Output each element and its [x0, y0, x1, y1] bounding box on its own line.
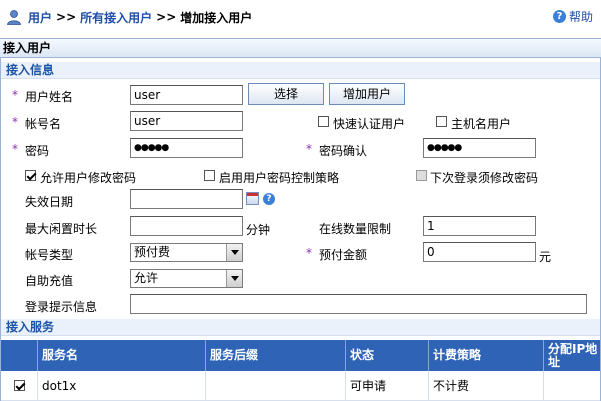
- column-status: 状态: [345, 340, 428, 371]
- username-input[interactable]: user: [130, 85, 243, 105]
- minutes-unit: 分钟: [246, 223, 271, 237]
- account-label: 帐号名: [25, 117, 62, 131]
- password-input[interactable]: ●●●●●: [130, 138, 243, 158]
- allow-change-password-label: 允许用户修改密码: [40, 171, 137, 185]
- help-icon: ?: [552, 10, 566, 23]
- required-star: *: [12, 88, 18, 102]
- account-input[interactable]: user: [130, 111, 243, 131]
- column-billing-policy: 计费策略: [428, 340, 543, 371]
- section-access-service: 接入服务: [1, 319, 600, 336]
- yuan-unit: 元: [539, 250, 552, 264]
- breadcrumb-current: 增加接入用户: [180, 10, 253, 25]
- host-name-label: 主机名用户: [451, 117, 512, 131]
- chevron-down-icon: [226, 244, 242, 261]
- prepaid-amount-input[interactable]: 0: [423, 242, 536, 262]
- expire-date-label: 失效日期: [25, 195, 74, 209]
- service-status-cell: 可申请: [345, 371, 428, 401]
- required-star: *: [12, 142, 18, 156]
- service-ip-cell: [543, 371, 600, 401]
- select-button[interactable]: 选择: [248, 83, 324, 105]
- help-link[interactable]: ? 帮助: [552, 8, 593, 25]
- self-recharge-select[interactable]: 允许: [130, 269, 243, 288]
- chevron-down-icon: [226, 270, 242, 287]
- expire-date-input[interactable]: [130, 189, 243, 209]
- column-service-suffix: 服务后缀: [205, 340, 345, 371]
- account-type-select[interactable]: 预付费: [130, 243, 243, 262]
- username-label: 用户姓名: [25, 90, 74, 104]
- online-limit-label: 在线数量限制: [319, 222, 392, 236]
- user-icon: [7, 10, 21, 25]
- required-star: *: [306, 142, 312, 156]
- breadcrumb-separator: >>: [156, 10, 177, 24]
- question-icon[interactable]: ?: [263, 193, 275, 205]
- prepaid-amount-label: 预付金额: [319, 248, 368, 262]
- required-star: *: [306, 246, 312, 260]
- enable-password-policy-checkbox[interactable]: [204, 170, 215, 181]
- breadcrumb-users[interactable]: 用户: [28, 9, 52, 26]
- service-billing-cell: 不计费: [428, 371, 543, 401]
- enable-password-policy-label: 启用用户密码控制策略: [219, 171, 340, 185]
- login-tip-label: 登录提示信息: [25, 300, 98, 314]
- required-star: *: [12, 115, 18, 129]
- breadcrumb-separator: >>: [56, 10, 77, 24]
- account-type-value: 预付费: [134, 245, 171, 259]
- self-recharge-label: 自助充值: [25, 274, 74, 288]
- self-recharge-value: 允许: [134, 271, 159, 285]
- password-label: 密码: [25, 144, 50, 158]
- help-label: 帮助: [568, 10, 593, 24]
- service-row-checkbox[interactable]: [14, 380, 25, 391]
- breadcrumb-all-access-users[interactable]: 所有接入用户: [80, 9, 152, 26]
- max-idle-label: 最大闲置时长: [25, 222, 98, 236]
- fast-auth-label: 快速认证用户: [333, 117, 406, 131]
- service-suffix-cell: [205, 371, 345, 401]
- must-change-next-login-checkbox: [416, 170, 427, 181]
- password-confirm-input[interactable]: ●●●●●: [423, 138, 536, 158]
- host-name-checkbox[interactable]: [436, 116, 447, 127]
- login-tip-input[interactable]: [130, 294, 587, 314]
- section-access-info: 接入信息: [1, 62, 600, 79]
- calendar-icon[interactable]: [246, 192, 259, 205]
- online-limit-input[interactable]: 1: [423, 216, 536, 236]
- breadcrumb: 用户 >> 所有接入用户 >> 增加接入用户: [6, 8, 252, 26]
- panel-title: 接入用户: [0, 38, 601, 58]
- max-idle-input[interactable]: [130, 216, 243, 236]
- account-type-label: 帐号类型: [25, 248, 74, 262]
- fast-auth-checkbox[interactable]: [318, 116, 329, 127]
- must-change-next-login-label: 下次登录须修改密码: [430, 171, 539, 185]
- password-confirm-label: 密码确认: [319, 144, 368, 158]
- column-service-name: 服务名: [37, 340, 205, 371]
- add-user-button[interactable]: 增加用户: [329, 83, 405, 105]
- column-assign-ip: 分配IP地址: [543, 340, 600, 371]
- service-name-cell: dot1x: [37, 371, 205, 401]
- allow-change-password-checkbox[interactable]: [25, 170, 36, 181]
